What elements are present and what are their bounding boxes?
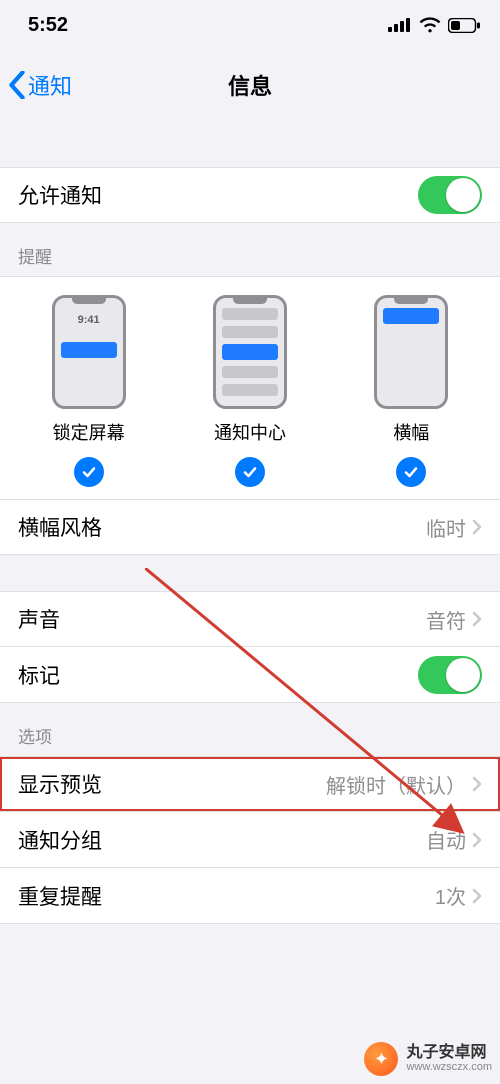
alerts-section-header: 提醒 <box>0 223 500 276</box>
wifi-icon <box>419 17 441 33</box>
allow-notifications-label: 允许通知 <box>18 180 102 210</box>
sound-row[interactable]: 声音 音符 <box>0 591 500 647</box>
alert-option-lock-screen[interactable]: 9:41 锁定屏幕 <box>29 295 149 487</box>
banners-preview-icon <box>374 295 448 409</box>
chevron-right-icon <box>472 832 482 848</box>
badges-row: 标记 <box>0 647 500 703</box>
preview-time: 9:41 <box>55 314 123 326</box>
back-label: 通知 <box>28 69 72 101</box>
watermark-title: 丸子安卓网 <box>406 1045 492 1062</box>
notification-center-preview-icon <box>213 295 287 409</box>
chevron-right-icon <box>472 776 482 792</box>
alert-option-label: 通知中心 <box>214 419 286 445</box>
status-time: 5:52 <box>28 14 68 37</box>
watermark-url: www.wzsczx.com <box>406 1062 492 1074</box>
badges-label: 标记 <box>18 660 60 690</box>
page-title: 信息 <box>0 69 500 101</box>
battery-icon <box>448 18 480 33</box>
options-section-header: 选项 <box>0 703 500 756</box>
alerts-previews: 9:41 锁定屏幕 通知中心 横 <box>0 277 500 499</box>
allow-notifications-toggle[interactable] <box>418 176 482 214</box>
chevron-left-icon <box>8 71 26 99</box>
alert-option-banners[interactable]: 横幅 <box>351 295 471 487</box>
repeat-alerts-value: 1次 <box>435 881 482 910</box>
chevron-right-icon <box>472 519 482 535</box>
status-icons <box>388 17 480 33</box>
banner-style-value: 临时 <box>426 513 482 542</box>
chevron-right-icon <box>472 888 482 904</box>
notification-grouping-row[interactable]: 通知分组 自动 <box>0 812 500 868</box>
show-previews-value: 解锁时（默认） <box>326 770 482 799</box>
alert-option-label: 横幅 <box>393 419 429 445</box>
check-icon <box>396 457 426 487</box>
notification-grouping-label: 通知分组 <box>18 825 102 855</box>
repeat-alerts-row[interactable]: 重复提醒 1次 <box>0 868 500 924</box>
show-previews-label: 显示预览 <box>18 769 102 799</box>
watermark: ✦ 丸子安卓网 www.wzsczx.com <box>364 1042 492 1076</box>
show-previews-row[interactable]: 显示预览 解锁时（默认） <box>0 756 500 812</box>
lock-screen-preview-icon: 9:41 <box>52 295 126 409</box>
status-bar: 5:52 <box>0 0 500 50</box>
banner-style-label: 横幅风格 <box>18 512 102 542</box>
watermark-logo-icon: ✦ <box>364 1042 398 1076</box>
sound-label: 声音 <box>18 604 60 634</box>
chevron-right-icon <box>472 611 482 627</box>
nav-header: 通知 信息 <box>0 55 500 115</box>
check-icon <box>74 457 104 487</box>
alert-option-label: 锁定屏幕 <box>53 419 125 445</box>
alert-option-notification-center[interactable]: 通知中心 <box>190 295 310 487</box>
back-button[interactable]: 通知 <box>0 69 72 101</box>
badges-toggle[interactable] <box>418 656 482 694</box>
notification-grouping-value: 自动 <box>426 825 482 854</box>
cellular-icon <box>388 18 412 32</box>
allow-notifications-row: 允许通知 <box>0 167 500 223</box>
sound-value: 音符 <box>426 605 482 634</box>
repeat-alerts-label: 重复提醒 <box>18 881 102 911</box>
banner-style-row[interactable]: 横幅风格 临时 <box>0 499 500 555</box>
check-icon <box>235 457 265 487</box>
